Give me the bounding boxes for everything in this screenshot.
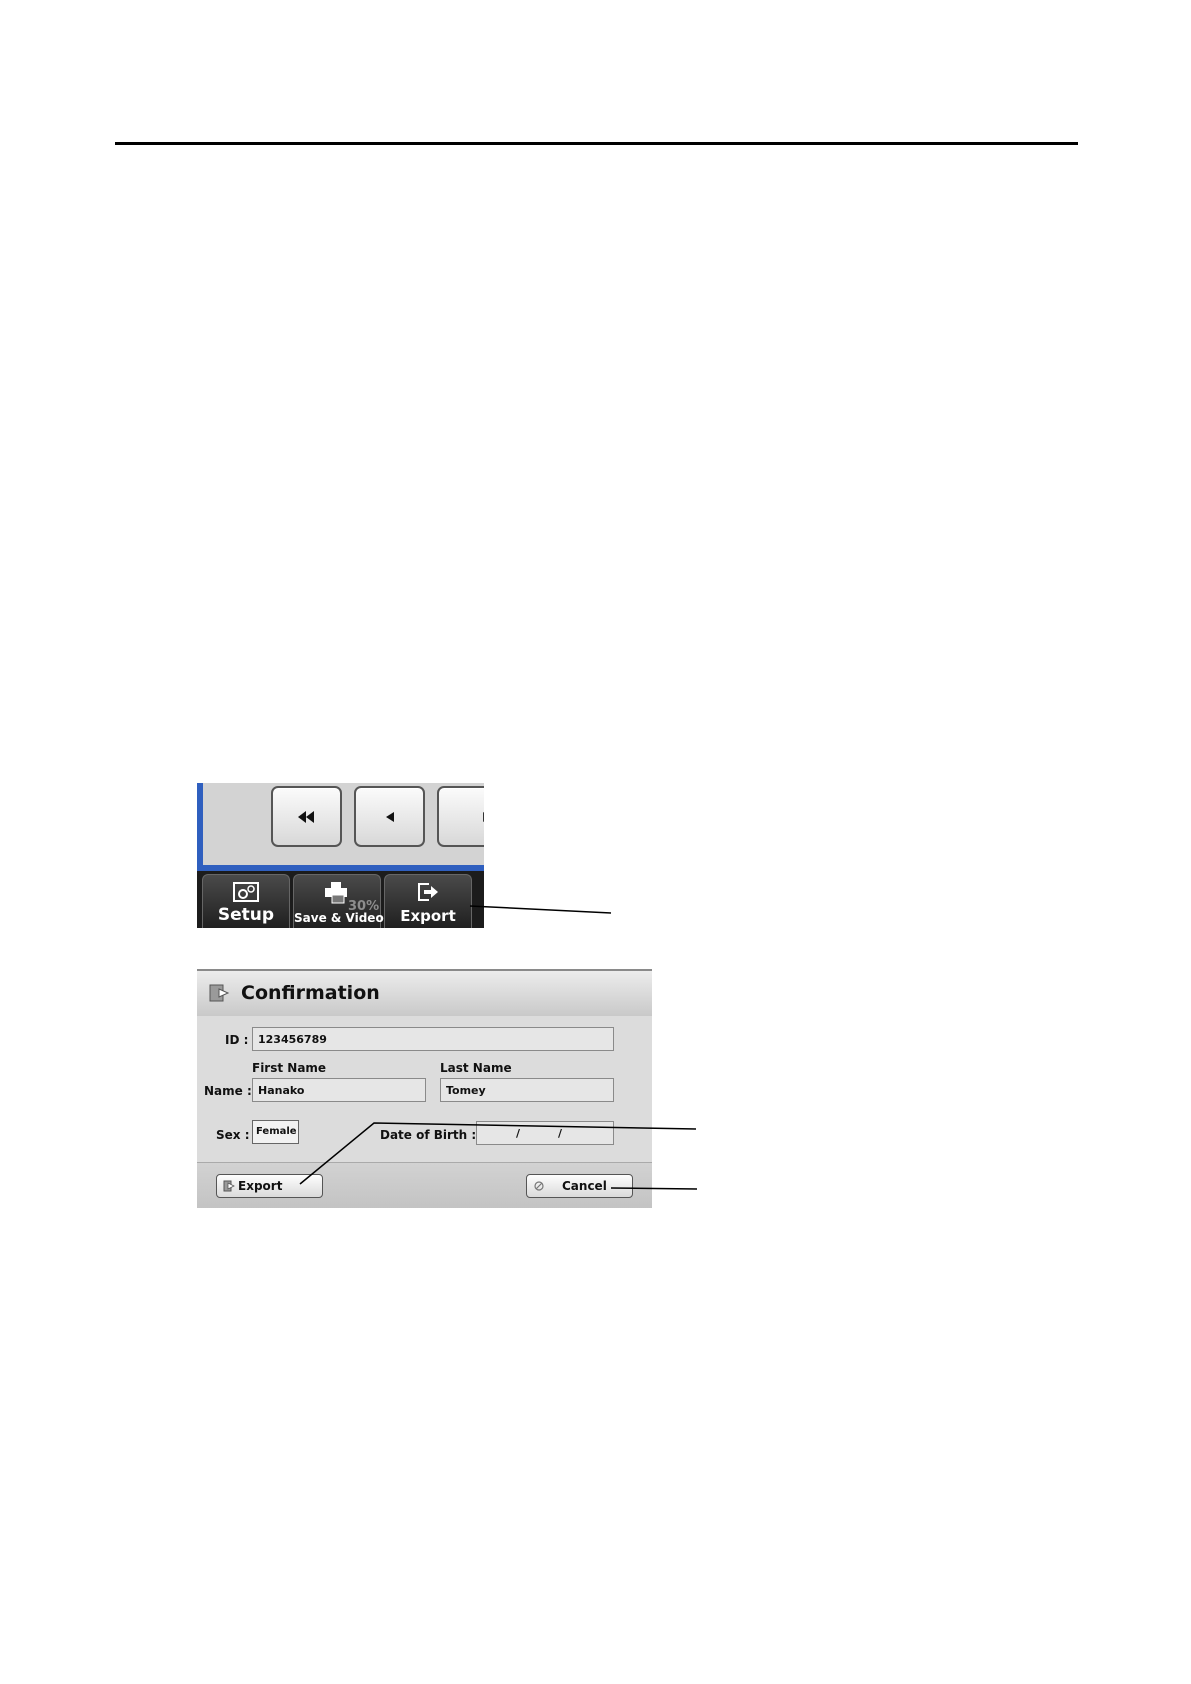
dialog-footer: Export Cancel <box>197 1162 652 1208</box>
export-button-icon <box>223 1180 235 1192</box>
step-back-button[interactable] <box>354 786 425 847</box>
cancel-button-label: Cancel <box>562 1179 607 1193</box>
play-icon <box>482 811 484 822</box>
dob-separator-1: / <box>516 1127 521 1140</box>
export-button[interactable]: Export <box>216 1174 323 1198</box>
export-arrow-icon <box>418 883 438 901</box>
header-rule <box>115 142 1078 145</box>
export-toolbar-button[interactable]: Export <box>384 874 472 928</box>
id-field[interactable]: 123456789 <box>252 1027 614 1051</box>
play-button[interactable] <box>437 786 484 847</box>
callout-lines <box>299 905 698 1190</box>
dob-field[interactable]: / / <box>476 1121 614 1145</box>
step-back-icon <box>385 811 394 822</box>
setup-gear-icon <box>233 882 259 902</box>
save-video-label: Save & Video <box>294 911 384 925</box>
dob-separator-2: / <box>558 1127 563 1140</box>
dob-label: Date of Birth : <box>380 1128 477 1142</box>
dialog-title: Confirmation <box>241 982 380 1004</box>
export-button-label: Export <box>238 1179 283 1193</box>
setup-button[interactable]: Setup <box>202 874 290 928</box>
rewind-button[interactable] <box>271 786 342 847</box>
save-video-button[interactable]: 30% Save & Video <box>293 874 384 928</box>
id-label: ID : <box>225 1033 249 1047</box>
rewind-icon <box>297 810 314 823</box>
name-label: Name : <box>204 1084 252 1098</box>
dialog-header: Confirmation <box>197 969 652 1016</box>
bottom-toolbar: Setup 30% Save & Video Export <box>197 871 484 928</box>
last-name-field[interactable]: Tomey <box>440 1078 614 1102</box>
last-name-label: Last Name <box>440 1061 512 1075</box>
sex-field[interactable]: Female <box>252 1120 299 1144</box>
blue-edge <box>197 783 203 871</box>
export-toolbar-label: Export <box>400 907 456 925</box>
sex-label: Sex : <box>216 1128 250 1142</box>
confirmation-dialog: Confirmation ID : 123456789 First Name L… <box>197 969 652 1208</box>
cancel-icon <box>534 1181 544 1191</box>
callout-line-export-toolbar <box>469 905 612 914</box>
first-name-field[interactable]: Hanako <box>252 1078 426 1102</box>
cancel-button[interactable]: Cancel <box>526 1174 633 1198</box>
export-dialog-icon <box>209 984 230 1002</box>
setup-label: Setup <box>217 905 275 925</box>
first-name-label: First Name <box>252 1061 327 1075</box>
printer-icon <box>325 882 347 904</box>
toolbar-screenshot: Setup 30% Save & Video Export <box>197 783 484 928</box>
